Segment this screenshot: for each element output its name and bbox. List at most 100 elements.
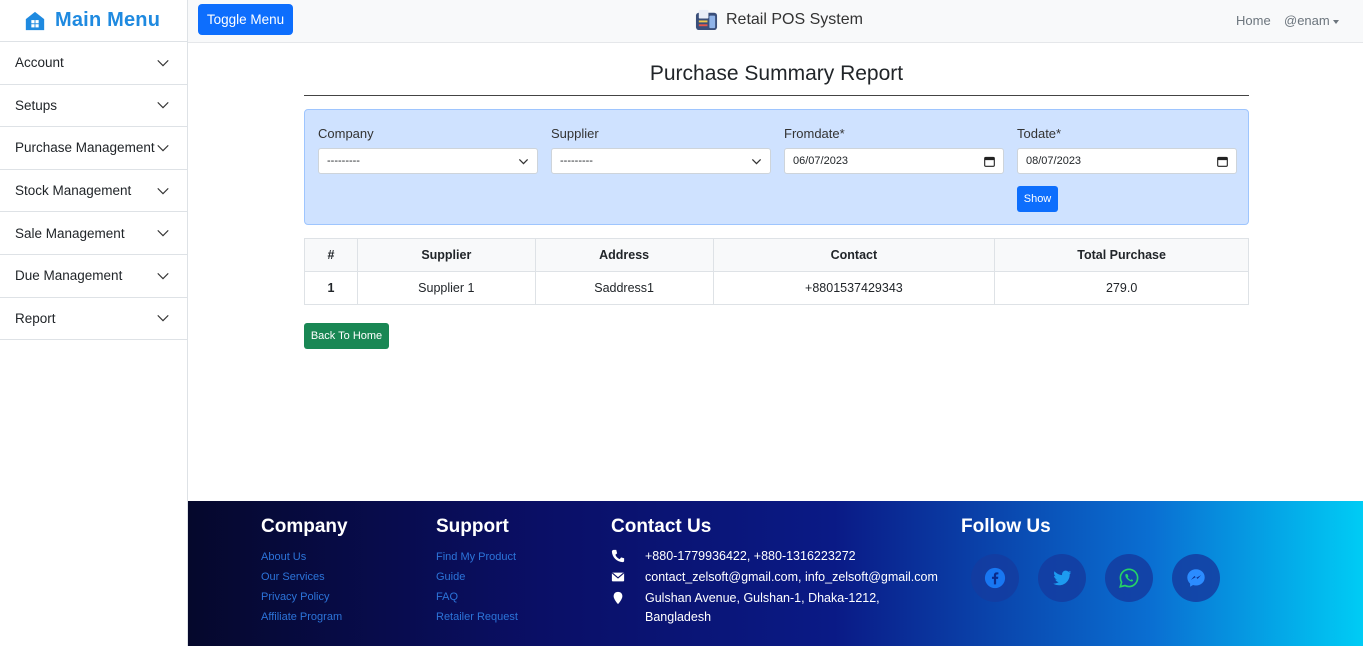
nav-home-link[interactable]: Home	[1236, 13, 1271, 28]
supplier-select-value: ---------	[560, 155, 593, 167]
sidebar-item-purchase-management[interactable]: Purchase Management	[0, 127, 187, 170]
footer-heading: Company	[261, 516, 348, 537]
filter-panel: Company --------- Supplier --------- Fro…	[304, 109, 1249, 225]
whatsapp-icon	[1119, 568, 1139, 588]
title-divider	[304, 95, 1249, 96]
email-text: contact_zelsoft@gmail.com, info_zelsoft@…	[645, 570, 938, 584]
chevron-down-icon	[157, 230, 169, 237]
chevron-down-icon	[157, 144, 169, 152]
footer-company: Company About Us Our Services Privacy Po…	[261, 516, 348, 627]
twitter-link[interactable]	[1038, 554, 1086, 602]
sidebar-item-label: Due Management	[15, 268, 123, 284]
chevron-down-icon	[518, 158, 529, 164]
row-index: 1	[304, 271, 358, 305]
toggle-menu-button[interactable]: Toggle Menu	[198, 4, 293, 35]
company-field: Company ---------	[318, 126, 538, 174]
contact-cell: +8801537429343	[712, 271, 996, 305]
supplier-cell: Supplier 1	[356, 271, 536, 305]
footer-support: Support Find My Product Guide FAQ Retail…	[436, 516, 518, 627]
map-pin-icon	[613, 591, 623, 605]
footer-heading: Contact Us	[611, 516, 712, 537]
footer-link-our-services[interactable]: Our Services	[261, 567, 348, 587]
footer-link-faq[interactable]: FAQ	[436, 587, 518, 607]
envelope-icon	[611, 572, 625, 582]
fromdate-value: 06/07/2023	[793, 155, 849, 167]
footer-link-affiliate-program[interactable]: Affiliate Program	[261, 607, 348, 627]
address-text: Gulshan Avenue, Gulshan-1, Dhaka-1212, B…	[645, 591, 880, 624]
column-header: Supplier	[356, 238, 536, 272]
home-icon	[25, 11, 45, 30]
footer-link-privacy-policy[interactable]: Privacy Policy	[261, 587, 348, 607]
fromdate-label: Fromdate*	[784, 126, 845, 141]
company-label: Company	[318, 126, 374, 141]
chevron-down-icon	[157, 272, 169, 280]
supplier-field: Supplier ---------	[551, 126, 771, 174]
column-header: Address	[534, 238, 714, 272]
footer-link-about-us[interactable]: About Us	[261, 547, 348, 567]
address-cell: Saddress1	[534, 271, 714, 305]
todate-value: 08/07/2023	[1026, 155, 1082, 167]
brand-name: Retail POS System	[726, 10, 863, 28]
brand[interactable]: Retail POS System	[695, 8, 863, 31]
column-header: Contact	[712, 238, 996, 272]
chevron-down-icon	[157, 102, 169, 109]
todate-label: Todate*	[1017, 126, 1062, 141]
footer-link-retailer-request[interactable]: Retailer Request	[436, 607, 518, 627]
supplier-select[interactable]: ---------	[551, 148, 771, 174]
twitter-icon	[1053, 570, 1072, 586]
chevron-down-icon	[751, 158, 762, 164]
purchase-summary-table: # Supplier Address Contact Total Purchas…	[304, 238, 1249, 305]
chevron-down-icon	[157, 315, 169, 322]
company-select[interactable]: ---------	[318, 148, 538, 174]
sidebar-header[interactable]: Main Menu	[0, 0, 187, 42]
fromdate-input[interactable]: 06/07/2023	[784, 148, 1004, 174]
table-header-row: # Supplier Address Contact Total Purchas…	[304, 238, 1249, 272]
whatsapp-link[interactable]	[1105, 554, 1153, 602]
calendar-icon[interactable]	[984, 156, 995, 167]
contact-address: Gulshan Avenue, Gulshan-1, Dhaka-1212, B…	[611, 589, 961, 627]
footer-link-find-my-product[interactable]: Find My Product	[436, 547, 518, 567]
calendar-icon[interactable]	[1217, 156, 1228, 167]
sidebar-title: Main Menu	[55, 9, 161, 31]
social-links	[971, 554, 1220, 602]
facebook-icon	[984, 567, 1006, 589]
chevron-down-icon	[157, 187, 169, 195]
company-select-value: ---------	[327, 155, 360, 167]
todate-input[interactable]: 08/07/2023	[1017, 148, 1237, 174]
show-button[interactable]: Show	[1017, 186, 1058, 212]
sidebar-item-stock-management[interactable]: Stock Management	[0, 170, 187, 213]
user-dropdown[interactable]: @enam	[1284, 13, 1339, 28]
sidebar-item-label: Sale Management	[15, 225, 125, 241]
sidebar-item-account[interactable]: Account	[0, 42, 187, 85]
footer-heading: Support	[436, 516, 509, 537]
column-header: #	[304, 238, 358, 272]
supplier-label: Supplier	[551, 126, 599, 141]
sidebar-item-label: Setups	[15, 97, 58, 113]
fromdate-field: Fromdate* 06/07/2023	[784, 126, 1004, 174]
pos-logo-icon	[695, 9, 718, 31]
sidebar-item-label: Report	[15, 310, 56, 326]
total-purchase-cell: 279.0	[994, 271, 1249, 305]
user-name: @enam	[1284, 13, 1330, 28]
sidebar-item-report[interactable]: Report	[0, 298, 187, 341]
table-row: 1 Supplier 1 Saddress1 +8801537429343 27…	[304, 271, 1249, 305]
sidebar-item-sale-management[interactable]: Sale Management	[0, 212, 187, 255]
messenger-link[interactable]	[1172, 554, 1220, 602]
sidebar-item-due-management[interactable]: Due Management	[0, 255, 187, 298]
back-to-home-button[interactable]: Back To Home	[304, 323, 389, 349]
sidebar-item-label: Stock Management	[15, 183, 132, 199]
sidebar-item-setups[interactable]: Setups	[0, 85, 187, 128]
facebook-link[interactable]	[971, 554, 1019, 602]
page-title: Purchase Summary Report	[649, 62, 904, 85]
footer: Company About Us Our Services Privacy Po…	[188, 501, 1363, 646]
top-navbar: Toggle Menu Retail POS System Home @enam	[188, 0, 1363, 43]
footer-heading: Follow Us	[961, 516, 1051, 537]
phone-icon	[611, 549, 625, 563]
todate-field: Todate* 08/07/2023	[1017, 126, 1237, 174]
phone-text: +880-1779936422, +880-1316223272	[645, 549, 856, 563]
chevron-down-icon	[157, 59, 169, 67]
sidebar: Main Menu Account Setups Purchase Manage…	[0, 0, 188, 646]
footer-link-guide[interactable]: Guide	[436, 567, 518, 587]
footer-follow: Follow Us	[961, 516, 1220, 602]
column-header: Total Purchase	[994, 238, 1249, 272]
